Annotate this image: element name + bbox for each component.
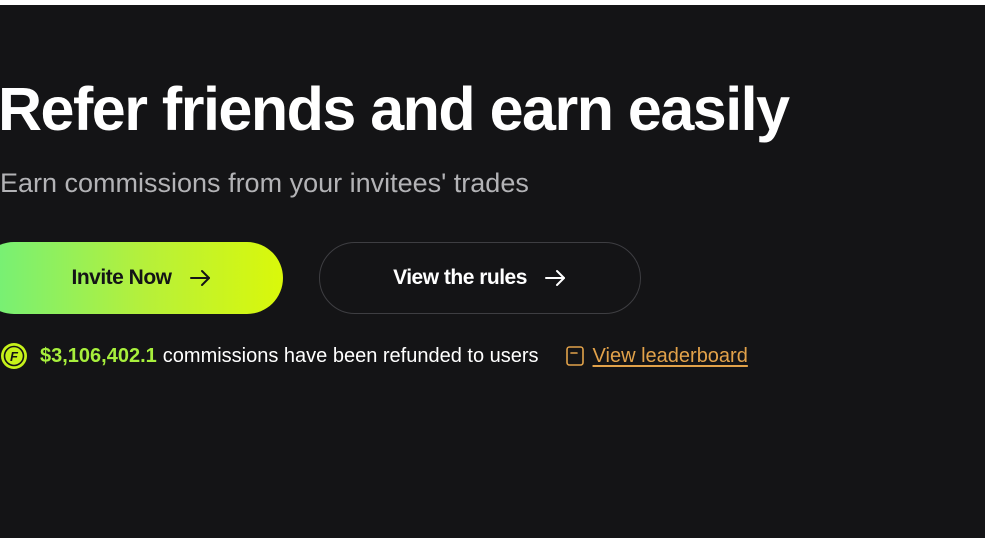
invite-now-button[interactable]: Invite Now — [0, 242, 283, 314]
refunded-amount: $3,106,402.1 — [40, 344, 157, 367]
coin-letter: F — [10, 349, 19, 364]
commission-stats: F $3,106,402.1 commissions have been ref… — [0, 340, 748, 372]
invite-now-label: Invite Now — [71, 266, 172, 289]
arrow-right-icon — [544, 270, 565, 286]
arrow-right-icon — [189, 270, 210, 286]
document-icon — [565, 346, 584, 366]
refunded-text: commissions have been refunded to users — [162, 344, 539, 367]
coin-icon: F — [1, 343, 27, 369]
view-leaderboard-link[interactable]: View leaderboard — [565, 345, 748, 368]
page-title: Refer friends and earn easily — [0, 75, 790, 143]
view-rules-button[interactable]: View the rules — [319, 242, 641, 314]
page-subtitle: Earn commissions from your invitees' tra… — [0, 168, 529, 198]
view-leaderboard-label: View leaderboard — [592, 344, 748, 367]
view-rules-label: View the rules — [393, 266, 527, 289]
referral-page: Refer friends and earn easily Earn commi… — [0, 5, 985, 538]
